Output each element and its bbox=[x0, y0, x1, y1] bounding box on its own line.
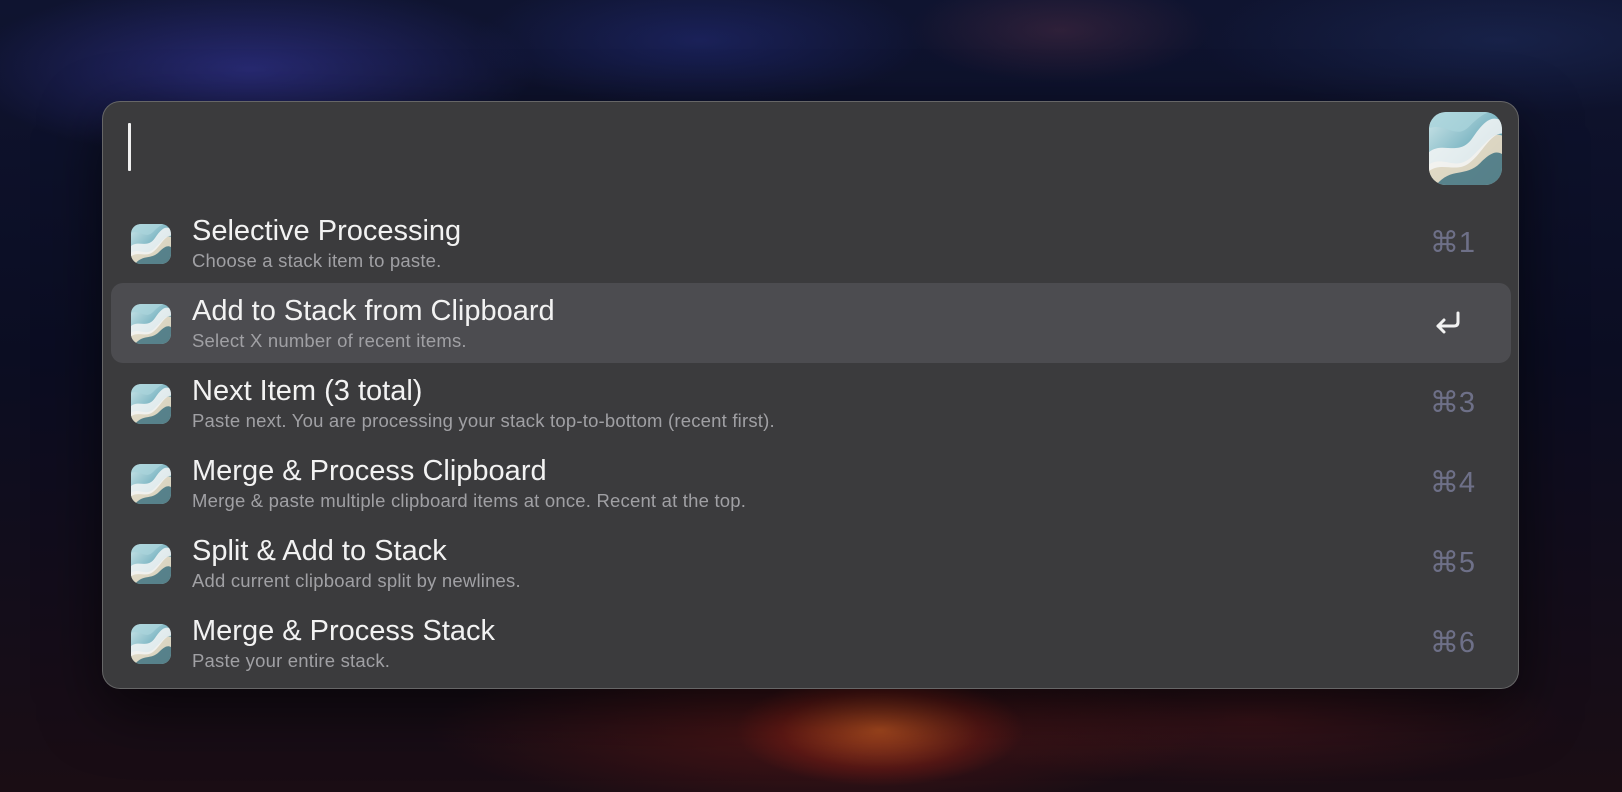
search-input[interactable] bbox=[127, 118, 1411, 176]
shortcut-hint: ⌘6 bbox=[1429, 627, 1475, 659]
list-item[interactable]: Merge & Process Clipboard Merge & paste … bbox=[111, 443, 1511, 523]
item-title: Merge & Process Clipboard bbox=[192, 455, 547, 487]
command-list: Selective Processing Choose a stack item… bbox=[111, 203, 1511, 683]
item-subtitle: Select X number of recent items. bbox=[192, 330, 467, 351]
item-title: Add to Stack from Clipboard bbox=[192, 295, 555, 327]
list-item[interactable]: Merge & Process Stack Paste your entire … bbox=[111, 603, 1511, 683]
list-item[interactable]: Selective Processing Choose a stack item… bbox=[111, 203, 1511, 283]
item-subtitle: Merge & paste multiple clipboard items a… bbox=[192, 490, 747, 511]
wave-app-icon bbox=[1429, 112, 1502, 185]
wave-app-icon bbox=[131, 624, 171, 664]
launcher-panel: Selective Processing Choose a stack item… bbox=[102, 101, 1519, 689]
shortcut-hint: ⌘4 bbox=[1429, 467, 1475, 499]
wave-app-icon bbox=[131, 304, 171, 344]
text-caret bbox=[128, 123, 131, 171]
item-subtitle: Paste your entire stack. bbox=[192, 650, 391, 671]
search-row bbox=[103, 102, 1518, 202]
desktop-wallpaper: { "search": { "placeholder": "", "value"… bbox=[0, 0, 1622, 792]
shortcut-hint: ⌘5 bbox=[1429, 547, 1475, 579]
shortcut-hint: ⌘1 bbox=[1429, 227, 1475, 259]
wave-app-icon bbox=[131, 464, 171, 504]
item-subtitle: Add current clipboard split by newlines. bbox=[192, 570, 521, 591]
item-subtitle: Choose a stack item to paste. bbox=[192, 250, 442, 271]
list-item-selected[interactable]: Add to Stack from Clipboard Select X num… bbox=[111, 283, 1511, 363]
item-title: Next Item (3 total) bbox=[192, 375, 423, 407]
item-title: Split & Add to Stack bbox=[192, 535, 447, 567]
wave-app-icon bbox=[131, 384, 171, 424]
item-title: Merge & Process Stack bbox=[192, 615, 495, 647]
wave-app-icon bbox=[131, 544, 171, 584]
list-item[interactable]: Split & Add to Stack Add current clipboa… bbox=[111, 523, 1511, 603]
list-item[interactable]: Next Item (3 total) Paste next. You are … bbox=[111, 363, 1511, 443]
shortcut-hint: ⌘3 bbox=[1429, 387, 1475, 419]
return-key-icon bbox=[1433, 310, 1463, 336]
wave-app-icon bbox=[131, 224, 171, 264]
item-title: Selective Processing bbox=[192, 215, 462, 247]
item-subtitle: Paste next. You are processing your stac… bbox=[192, 410, 775, 431]
